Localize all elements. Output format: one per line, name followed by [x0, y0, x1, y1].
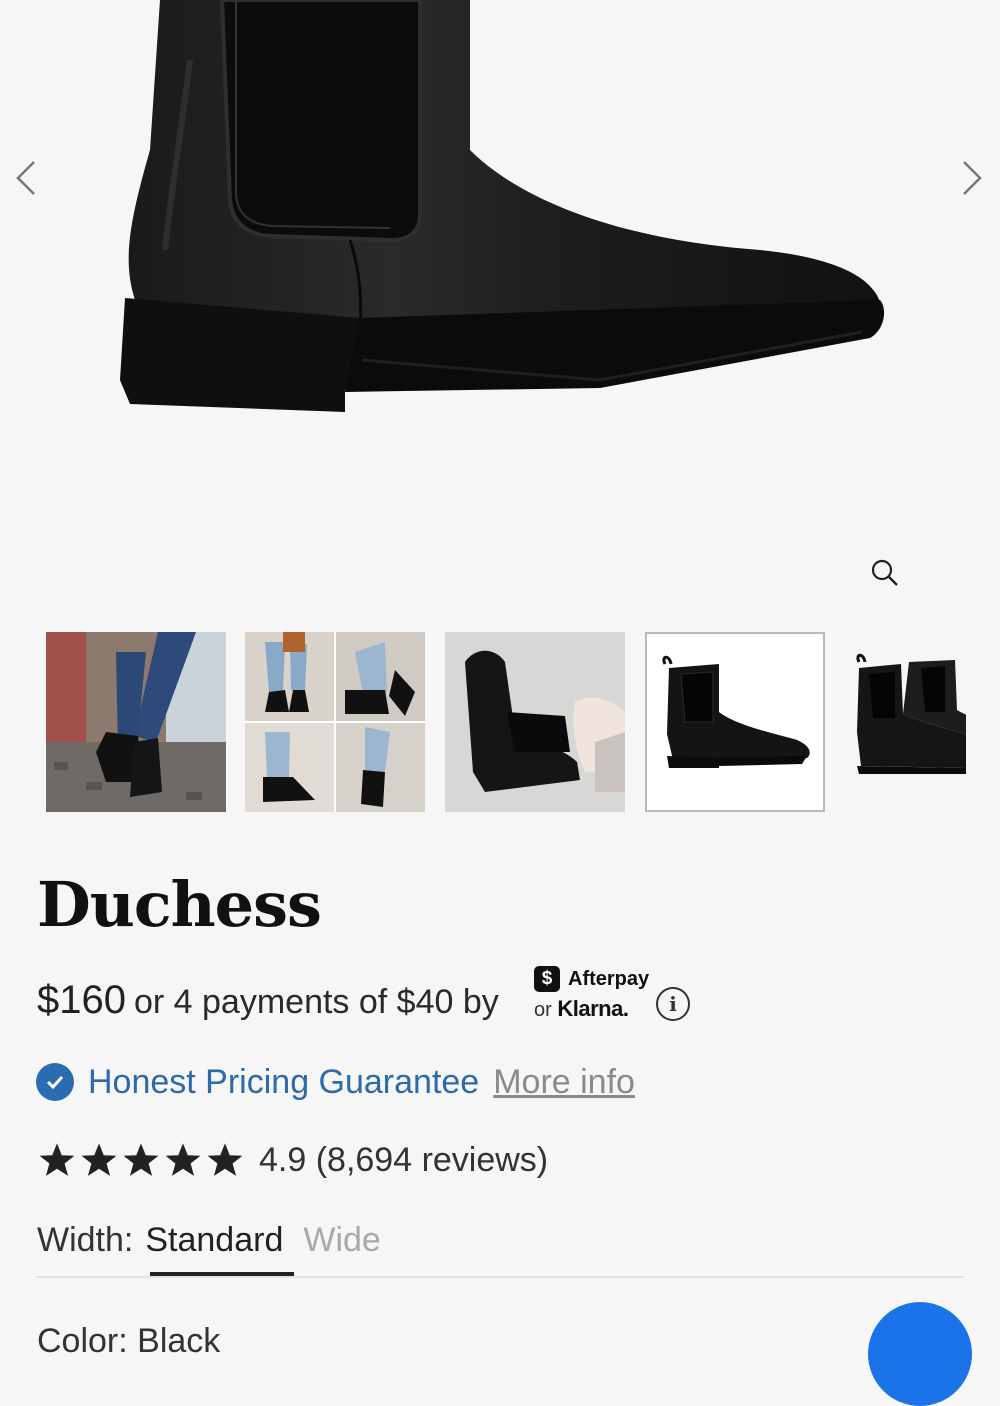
boot-image [120, 0, 885, 412]
payment-provider-logos: $ Afterpay or Klarna. [534, 964, 654, 1024]
zoom-button[interactable] [866, 554, 904, 592]
klarna-prefix: or [534, 999, 552, 1021]
installment-text: or 4 payments of $40 by [133, 983, 499, 1021]
side-profile-image [647, 634, 823, 810]
width-selector: Width: Standard Wide [37, 1218, 381, 1262]
rating-row[interactable]: 4.9 (8,694 reviews) [37, 1138, 548, 1182]
payment-info-icon[interactable]: i [656, 987, 690, 1021]
klarna-label: Klarna. [557, 996, 629, 1021]
star-icon [81, 1143, 117, 1176]
star-icon [123, 1143, 159, 1176]
star-icon [165, 1143, 201, 1176]
afterpay-badge-icon: $ [534, 966, 560, 992]
pair-image [845, 632, 966, 812]
chat-button[interactable] [868, 1302, 972, 1406]
rating-summary[interactable]: 4.9 (8,694 reviews) [259, 1141, 548, 1180]
width-label: Width: [37, 1220, 134, 1259]
star-icon [39, 1143, 75, 1176]
more-info-link[interactable]: More info [493, 1063, 635, 1102]
check-circle-icon [36, 1063, 74, 1101]
afterpay-logo[interactable]: $ Afterpay [534, 966, 649, 992]
collage-image [245, 632, 425, 812]
street-style-image [46, 632, 226, 812]
gallery-next-button[interactable] [952, 150, 992, 206]
gallery-prev-button[interactable] [6, 150, 46, 206]
divider [36, 1276, 964, 1278]
honest-pricing-row: Honest Pricing Guarantee More info [36, 1061, 635, 1103]
klarna-logo[interactable]: or Klarna. [534, 996, 629, 1022]
guarantee-text: Honest Pricing Guarantee [88, 1062, 480, 1101]
magnifier-icon [871, 559, 898, 586]
product-title: Duchess [37, 868, 322, 941]
pull-on-image [445, 632, 625, 812]
thumbnail-strip [46, 632, 966, 814]
thumbnail-pair[interactable] [845, 632, 966, 812]
thumbnail-side-profile[interactable] [645, 632, 825, 812]
chevron-right-icon [963, 161, 982, 195]
width-option-standard[interactable]: Standard [145, 1221, 283, 1260]
product-hero-image[interactable] [0, 0, 1000, 612]
star-rating [37, 1141, 247, 1179]
chevron-left-icon [16, 161, 35, 195]
thumbnail-collage[interactable] [245, 632, 425, 812]
product-price: $160 [37, 978, 126, 1022]
price-row: $160 or 4 payments of $40 by [37, 978, 499, 1034]
thumbnail-street-style[interactable] [46, 632, 226, 812]
width-option-wide[interactable]: Wide [303, 1221, 380, 1260]
thumbnail-pull-on[interactable] [445, 632, 625, 812]
color-label-peek: Color: Black [37, 1322, 221, 1360]
afterpay-label: Afterpay [568, 967, 650, 990]
star-icon [207, 1143, 243, 1176]
